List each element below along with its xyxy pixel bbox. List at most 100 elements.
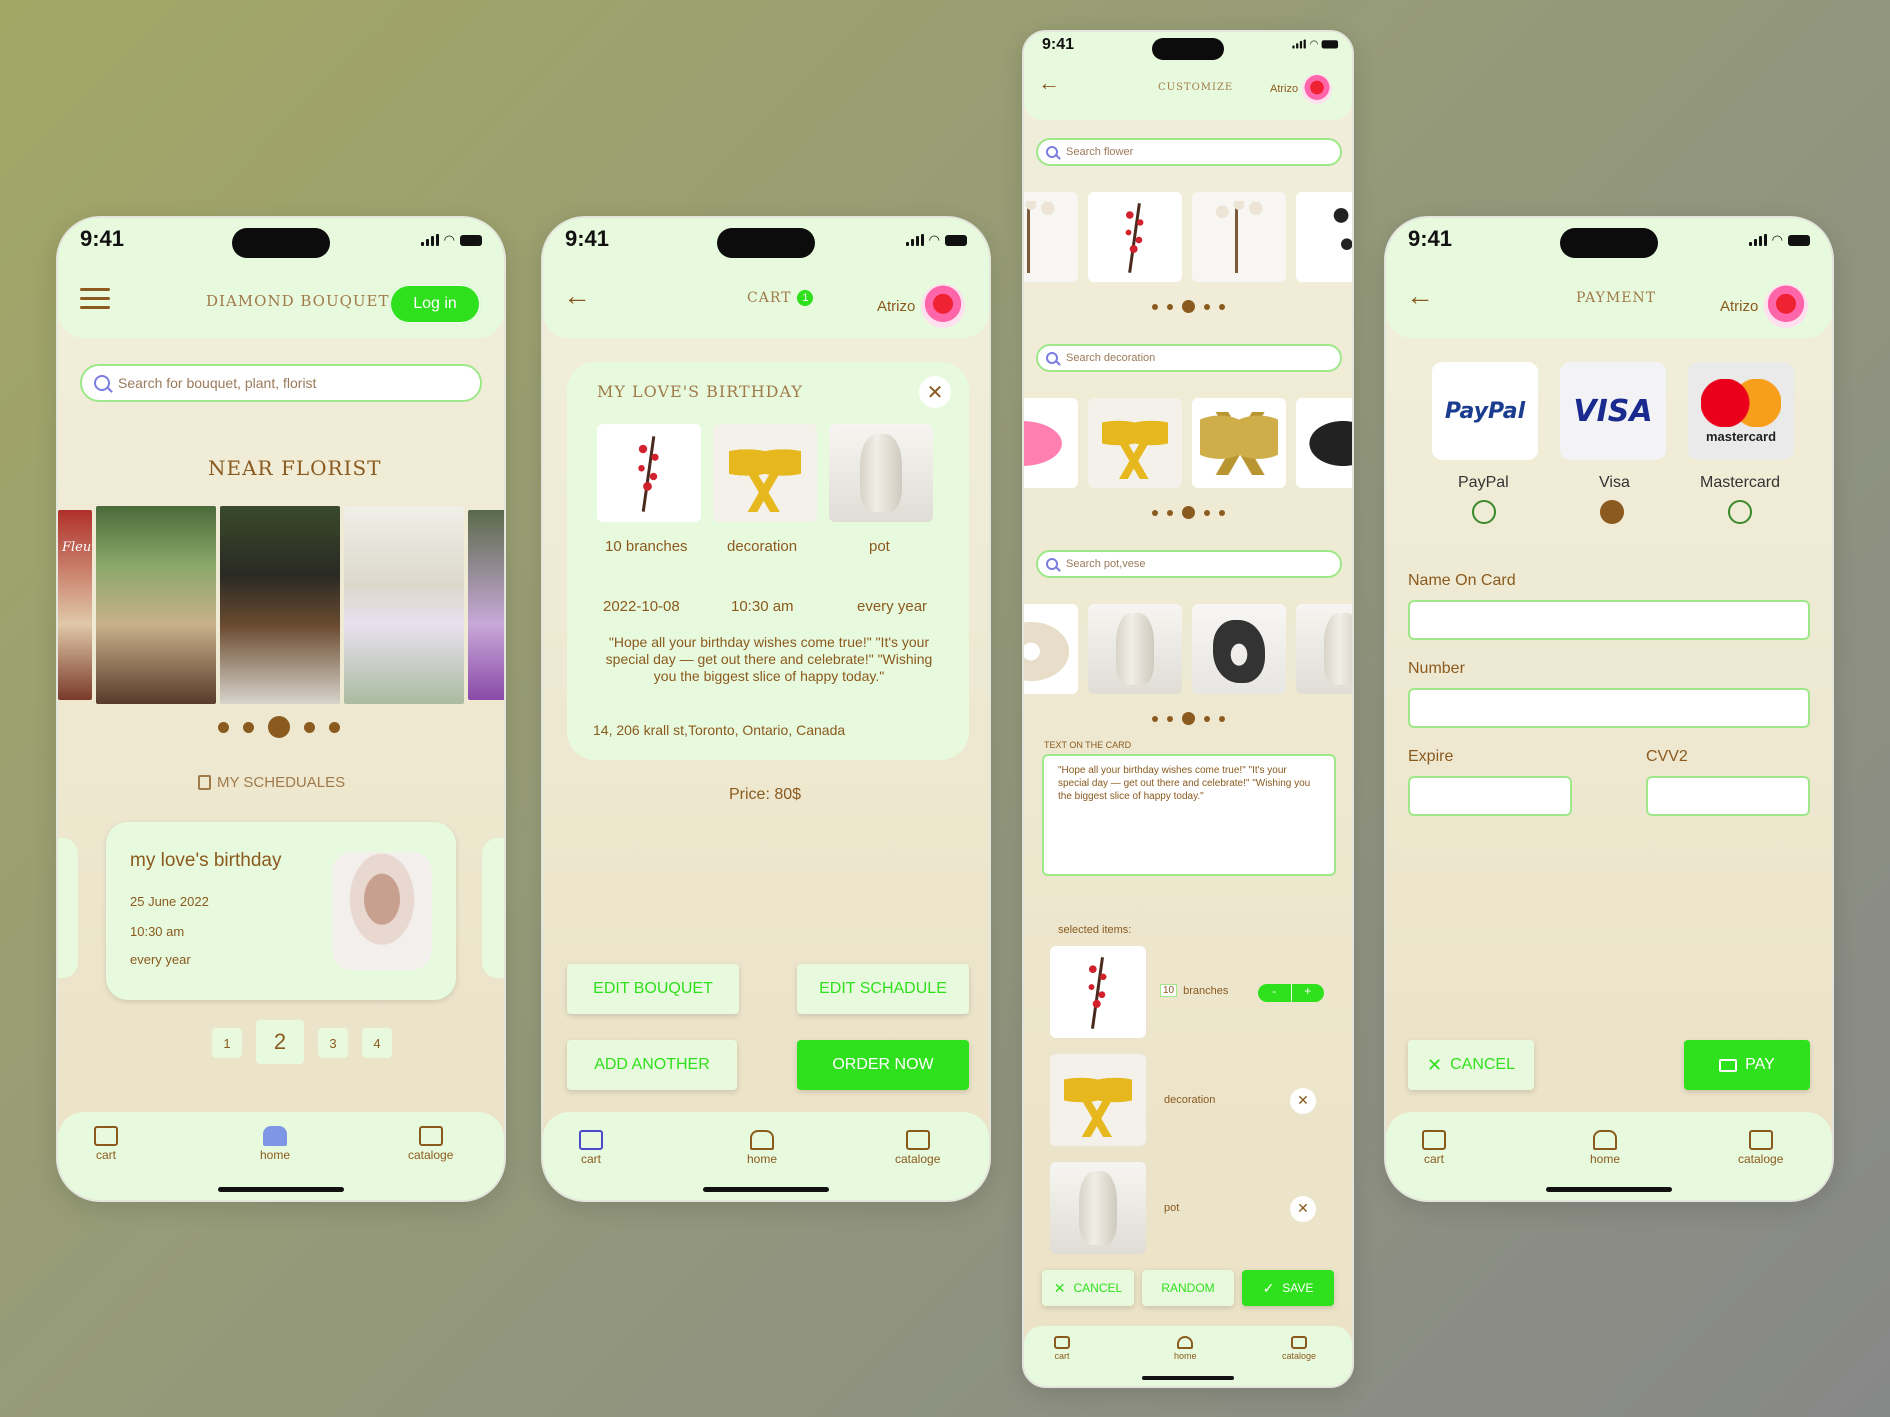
- carousel-dots[interactable]: [218, 716, 340, 738]
- page-4[interactable]: 4: [362, 1028, 392, 1058]
- qty-value[interactable]: 10: [1160, 984, 1178, 997]
- schedule-card-prev[interactable]: [58, 838, 78, 978]
- florist-photo[interactable]: [344, 506, 464, 704]
- pot-dots[interactable]: [1152, 712, 1225, 725]
- user-profile[interactable]: Atrizo: [1270, 74, 1333, 104]
- decoration-option[interactable]: [1296, 398, 1352, 488]
- cancel-button[interactable]: ✕ CANCEL: [1408, 1040, 1534, 1090]
- decoration-option[interactable]: [1192, 398, 1286, 488]
- back-arrow-icon[interactable]: ←: [563, 280, 591, 312]
- pot-option[interactable]: [1296, 604, 1352, 694]
- top-bar: 9:41 ◠ DIAMOND BOUQUET Log in: [58, 218, 504, 338]
- nav-home[interactable]: home: [1174, 1336, 1197, 1361]
- item-label: decoration: [727, 538, 798, 555]
- nav-cart-label: cart: [580, 1152, 601, 1166]
- nav-catalog[interactable]: cataloge: [1738, 1130, 1783, 1166]
- customize-title: CUSTOMIZE: [1158, 82, 1234, 93]
- avatar: [1764, 284, 1809, 328]
- card-text-area[interactable]: "Hope all your birthday wishes come true…: [1042, 754, 1336, 876]
- signal-icon: [1748, 234, 1767, 246]
- cancel-label: CANCEL: [1073, 1281, 1123, 1295]
- expire-input[interactable]: [1408, 776, 1572, 816]
- save-button[interactable]: ✓ SAVE: [1242, 1270, 1334, 1306]
- selected-item-label: decoration: [1164, 1094, 1216, 1106]
- mastercard-card[interactable]: mastercard: [1688, 362, 1794, 460]
- search-flower-input[interactable]: Search flower: [1036, 138, 1342, 166]
- nav-cart[interactable]: cart: [94, 1126, 118, 1162]
- search-pot-input[interactable]: Search pot,vese: [1036, 550, 1342, 578]
- status-time: 9:41: [565, 226, 610, 251]
- add-another-button[interactable]: ADD ANOTHER: [567, 1040, 737, 1090]
- cvv-input[interactable]: [1646, 776, 1810, 816]
- nav-catalog[interactable]: cataloge: [408, 1126, 453, 1162]
- florist-photo[interactable]: [96, 506, 216, 704]
- home-indicator: [703, 1187, 829, 1192]
- remove-icon[interactable]: ✕: [1290, 1196, 1316, 1222]
- decoration-dots[interactable]: [1152, 506, 1225, 519]
- nav-home[interactable]: home: [747, 1130, 777, 1166]
- nav-cart[interactable]: cart: [1422, 1130, 1446, 1166]
- user-profile[interactable]: Atrizo: [877, 284, 966, 328]
- edit-schedule-button[interactable]: EDIT SCHADULE: [797, 964, 969, 1014]
- pot-option[interactable]: [1024, 604, 1078, 694]
- card-number-input[interactable]: [1408, 688, 1810, 728]
- page-3[interactable]: 3: [318, 1028, 348, 1058]
- quantity-stepper[interactable]: - +: [1258, 984, 1324, 1002]
- florist-photo[interactable]: Fleu: [58, 510, 92, 700]
- order-now-button[interactable]: ORDER NOW: [797, 1040, 969, 1090]
- item-thumb-decoration: [713, 424, 817, 522]
- remove-icon[interactable]: ✕: [1290, 1088, 1316, 1114]
- visa-radio[interactable]: [1600, 500, 1624, 524]
- decoration-option[interactable]: [1088, 398, 1182, 488]
- minus-button[interactable]: -: [1258, 984, 1292, 1002]
- visa-logo: VISA: [1573, 393, 1653, 429]
- visa-card[interactable]: VISA: [1560, 362, 1666, 460]
- back-arrow-icon[interactable]: ←: [1406, 280, 1434, 312]
- florist-photo[interactable]: [220, 506, 340, 704]
- nav-cart[interactable]: cart: [1054, 1336, 1070, 1361]
- menu-icon[interactable]: [80, 288, 110, 310]
- name-on-card-input[interactable]: [1408, 600, 1810, 640]
- flower-dots[interactable]: [1152, 300, 1225, 313]
- florist-photo[interactable]: [468, 510, 504, 700]
- flower-option[interactable]: [1088, 192, 1182, 282]
- mastercard-radio[interactable]: [1728, 500, 1752, 524]
- card-text-value: "Hope all your birthday wishes come true…: [1058, 765, 1311, 802]
- close-icon[interactable]: ✕: [919, 376, 951, 408]
- user-profile[interactable]: Atrizo: [1720, 284, 1809, 328]
- battery-icon: [945, 234, 967, 246]
- login-button[interactable]: Log in: [389, 284, 481, 324]
- page-1[interactable]: 1: [212, 1028, 242, 1058]
- back-arrow-icon[interactable]: ←: [1038, 70, 1060, 96]
- status-icons: ◠: [1748, 232, 1810, 248]
- search-input[interactable]: Search for bouquet, plant, florist: [80, 364, 482, 402]
- pot-option[interactable]: [1192, 604, 1286, 694]
- pay-button[interactable]: PAY: [1684, 1040, 1810, 1090]
- nav-home[interactable]: home: [260, 1126, 290, 1162]
- pot-option[interactable]: [1088, 604, 1182, 694]
- edit-bouquet-button[interactable]: EDIT BOUQUET: [567, 964, 739, 1014]
- cancel-button[interactable]: ✕ CANCEL: [1042, 1270, 1134, 1306]
- cart-count-badge: 1: [797, 290, 814, 306]
- paypal-card[interactable]: PayPal: [1432, 362, 1538, 460]
- plus-button[interactable]: +: [1292, 984, 1325, 1002]
- home-indicator: [218, 1187, 344, 1192]
- nav-catalog[interactable]: cataloge: [895, 1130, 940, 1166]
- schedule-card-next[interactable]: [482, 838, 504, 978]
- home-screen: 9:41 ◠ DIAMOND BOUQUET Log in Search for…: [56, 216, 506, 1202]
- page-2[interactable]: 2: [256, 1020, 304, 1064]
- florist-carousel[interactable]: Fleu: [58, 498, 504, 708]
- flower-option[interactable]: [1024, 192, 1078, 282]
- schedule-card[interactable]: my love's birthday 25 June 2022 10:30 am…: [106, 822, 456, 1000]
- nav-catalog[interactable]: cataloge: [1282, 1336, 1316, 1361]
- flower-option[interactable]: [1296, 192, 1352, 282]
- search-decoration-input[interactable]: Search decoration: [1036, 344, 1342, 372]
- nav-cart[interactable]: cart: [579, 1130, 603, 1166]
- flower-option[interactable]: [1192, 192, 1286, 282]
- nav-home[interactable]: home: [1590, 1130, 1620, 1166]
- battery-icon: [460, 234, 482, 246]
- paypal-radio[interactable]: [1472, 500, 1496, 524]
- decoration-option[interactable]: [1024, 398, 1078, 488]
- card-number-label: Number: [1408, 660, 1465, 677]
- random-button[interactable]: RANDOM: [1142, 1270, 1234, 1306]
